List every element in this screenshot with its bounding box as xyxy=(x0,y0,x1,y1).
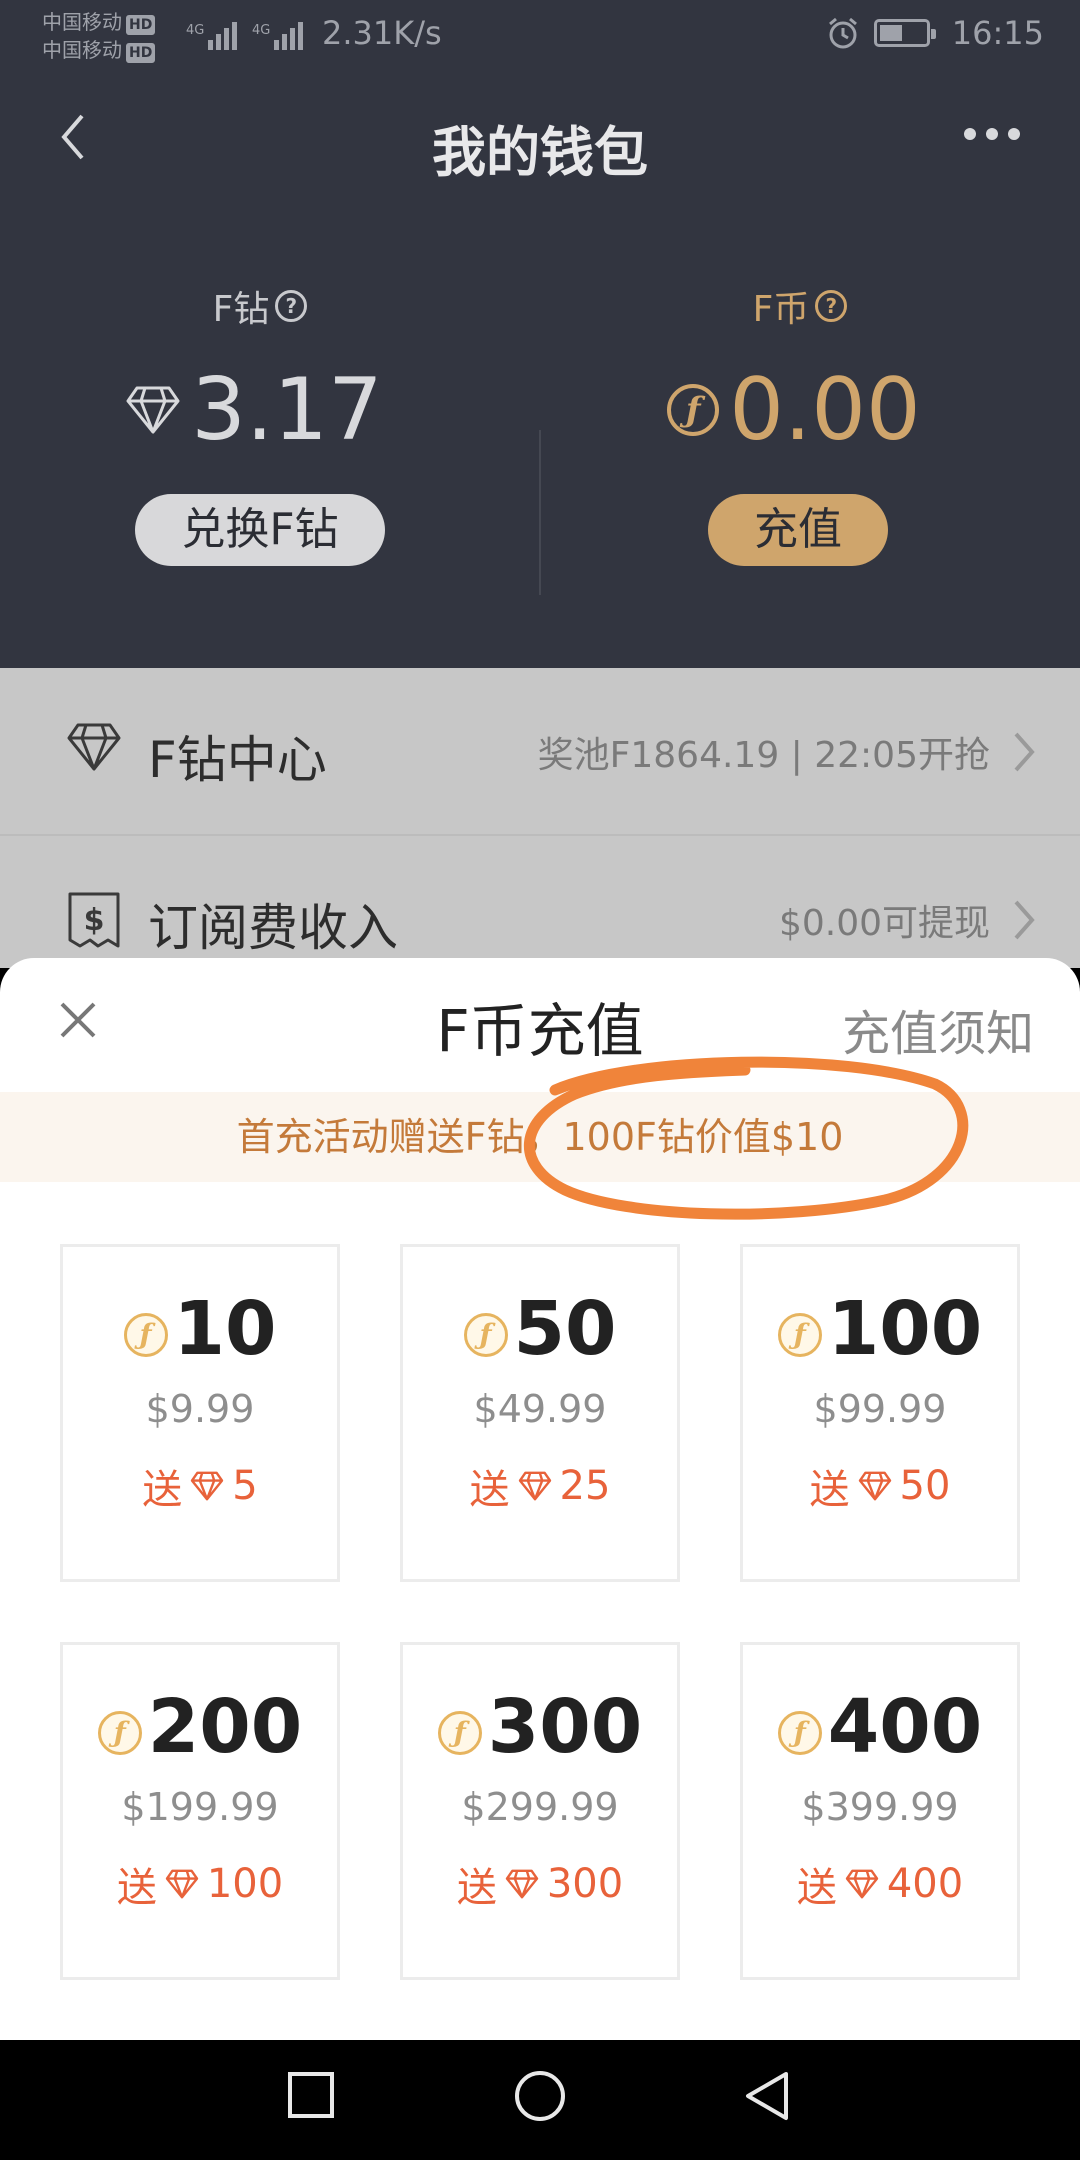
package-amount: 100 xyxy=(827,1286,983,1372)
f-coin-value: 0.00 xyxy=(729,360,921,460)
package-amount: 200 xyxy=(147,1684,303,1770)
f-diamond-balance: F钻 ? 3.17 兑换F钻 xyxy=(0,280,540,610)
f-coin-icon: ƒ xyxy=(667,384,720,436)
list-item-subtitle: 奖池F1864.19 | 22:05开抢 xyxy=(537,735,990,776)
status-bar: 中国移动 HD 中国移动 HD 4G 4G 2.31K/s 16:15 xyxy=(0,0,1080,76)
f-coin-icon: ƒ xyxy=(777,1711,822,1755)
svg-text:$: $ xyxy=(84,903,105,938)
package-price: $199.99 xyxy=(121,1785,279,1829)
more-icon[interactable] xyxy=(962,126,1022,142)
package-amount: 400 xyxy=(827,1684,983,1770)
f-coin-icon: ƒ xyxy=(777,1313,822,1357)
list-item-subtitle: $0.00可提现 xyxy=(778,903,990,944)
help-icon[interactable]: ? xyxy=(815,290,848,322)
diamond-icon xyxy=(165,1869,199,1899)
f-coin-balance: F币 ? ƒ 0.00 充值 xyxy=(540,280,1080,610)
back-icon[interactable] xyxy=(742,2070,792,2126)
f-coin-icon: ƒ xyxy=(437,1711,482,1755)
hd-badge: HD xyxy=(126,15,156,35)
chevron-right-icon xyxy=(1014,732,1035,772)
diamond-icon xyxy=(191,1471,224,1501)
package-price: $299.99 xyxy=(461,1785,619,1829)
alarm-icon xyxy=(828,17,857,49)
package-price: $99.99 xyxy=(813,1387,947,1431)
f-diamond-value: 3.17 xyxy=(191,360,383,460)
battery-icon xyxy=(873,19,936,47)
diamond-icon xyxy=(505,1869,539,1899)
clock: 16:15 xyxy=(951,14,1044,52)
package-bonus: 送 25 xyxy=(469,1463,611,1513)
recharge-button[interactable]: 充值 xyxy=(708,494,888,566)
status-right: 16:15 xyxy=(826,14,1044,52)
package-price: $9.99 xyxy=(145,1387,255,1431)
carrier-info: 中国移动 HD 中国移动 HD xyxy=(42,8,156,64)
system-nav-bar xyxy=(0,2040,1080,2160)
wallet-header: 中国移动 HD 中国移动 HD 4G 4G 2.31K/s 16:15 我的钱包… xyxy=(0,0,1080,668)
hd-badge: HD xyxy=(126,43,156,63)
package-card[interactable]: ƒ 200 $199.99 送 100 xyxy=(60,1642,340,1980)
package-card[interactable]: ƒ 10 $9.99 送5 xyxy=(60,1244,340,1582)
package-card[interactable]: ƒ 100 $99.99 送 50 xyxy=(740,1244,1020,1582)
diamond-icon xyxy=(858,1471,891,1501)
help-icon[interactable]: ? xyxy=(275,290,308,322)
network-speed: 2.31K/s xyxy=(322,14,442,52)
package-card[interactable]: ƒ 300 $299.99 送 300 xyxy=(400,1642,680,1980)
list-item-title: 订阅费收入 xyxy=(148,899,398,957)
list-item-f-diamond-center[interactable]: F钻中心 奖池F1864.19 | 22:05开抢 xyxy=(0,668,1080,834)
diamond-icon xyxy=(845,1869,879,1899)
package-bonus: 送 300 xyxy=(456,1861,624,1911)
package-price: $49.99 xyxy=(473,1387,607,1431)
orange-circle-annotation xyxy=(523,1056,969,1220)
package-card[interactable]: ƒ 50 $49.99 送 25 xyxy=(400,1244,680,1582)
svg-text:4G: 4G xyxy=(186,23,204,38)
diamond-icon xyxy=(126,386,180,434)
f-coin-icon: ƒ xyxy=(123,1313,168,1357)
page-title: 我的钱包 xyxy=(432,121,648,184)
nav-bar: 我的钱包 xyxy=(0,90,1080,190)
package-card[interactable]: ƒ 400 $399.99 送 400 xyxy=(740,1642,1020,1980)
f-coin-icon: ƒ xyxy=(463,1313,508,1357)
package-amount: 10 xyxy=(173,1286,277,1372)
f-diamond-label: F钻 ? xyxy=(0,280,540,332)
dollar-receipt-icon: $ xyxy=(68,892,120,948)
package-bonus: 送5 xyxy=(142,1463,258,1513)
svg-text:4G: 4G xyxy=(252,23,270,38)
list-item-title: F钻中心 xyxy=(148,731,327,789)
diamond-icon xyxy=(67,723,121,771)
carrier-2: 中国移动 xyxy=(42,38,122,62)
signal-icon: 4G 4G xyxy=(186,22,303,50)
f-coin-icon: ƒ xyxy=(97,1711,142,1755)
exchange-f-diamond-button[interactable]: 兑换F钻 xyxy=(135,494,385,566)
diamond-icon xyxy=(518,1471,551,1501)
home-icon[interactable] xyxy=(512,2070,568,2126)
chevron-right-icon xyxy=(1014,900,1035,940)
package-bonus: 送 50 xyxy=(809,1463,951,1513)
f-coin-label: F币 ? xyxy=(520,280,1080,332)
balances: F钻 ? 3.17 兑换F钻 F币 ? ƒ 0.00 充值 xyxy=(0,280,1080,610)
package-bonus: 送 100 xyxy=(116,1861,284,1911)
carrier-1: 中国移动 xyxy=(42,10,122,34)
package-amount: 300 xyxy=(487,1684,643,1770)
recent-apps-icon[interactable] xyxy=(286,2070,336,2120)
package-bonus: 送 400 xyxy=(796,1861,964,1911)
wallet-menu-list: F钻中心 奖池F1864.19 | 22:05开抢 $ 订阅费收入 $0.00可… xyxy=(0,668,1080,968)
package-price: $399.99 xyxy=(801,1785,959,1829)
package-amount: 50 xyxy=(513,1286,617,1372)
